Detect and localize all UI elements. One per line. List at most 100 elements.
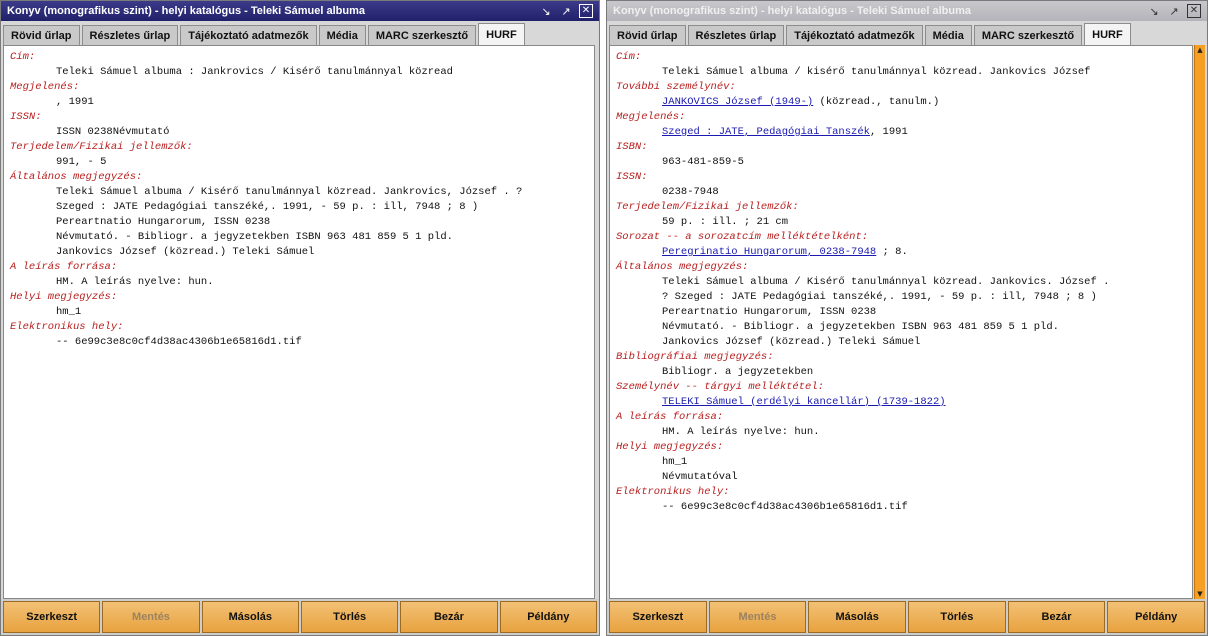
field-value: TELEKI Sámuel (erdélyi kancellár) (1739-…: [616, 395, 1186, 410]
field-value: Névmutató. - Bibliogr. a jegyzetekben IS…: [56, 231, 453, 243]
field-value: Pereartnatio Hungarorum, ISSN 0238: [56, 216, 271, 228]
szerkeszt-button[interactable]: Szerkeszt: [609, 601, 707, 633]
button-bar: Szerkeszt Mentés Másolás Törlés Bezár Példány: [607, 599, 1207, 635]
title-bar[interactable]: Konyv (monografikus szint) - helyi katal…: [607, 1, 1207, 21]
masolas-button[interactable]: Másolás: [201, 601, 299, 633]
field-value: Névmutató. - Bibliogr. a jegyzetekben IS…: [662, 321, 1059, 333]
tab-tajekoztato-adatmezok[interactable]: Tájékoztató adatmezők: [180, 25, 317, 45]
field-value: Peregrinatio Hungarorum, 0238-7948 ; 8.: [616, 245, 1186, 260]
field-value: Névmutatóval: [662, 471, 738, 483]
field-value: -- 6e99c3e8c0cf4d38ac4306b1e65816d1.tif: [662, 501, 908, 513]
field-label: További személynév:: [616, 81, 736, 93]
tab-marc-szerkeszto[interactable]: MARC szerkesztő: [973, 25, 1083, 45]
window-controls: ↘ ↗ ✕: [1147, 4, 1207, 18]
field-value: HM. A leírás nyelve: hun.: [662, 426, 820, 438]
field-value: Jankovics József (közread.) Teleki Sámue…: [662, 336, 921, 348]
field-value: Szeged : JATE Pedagógiai tanszéké,. 1991…: [56, 201, 479, 213]
maximize-icon[interactable]: ↗: [1167, 4, 1181, 18]
record-content: Cím: Teleki Sámuel albuma : Jankrovics / …: [3, 45, 595, 599]
mentes-button: Mentés: [102, 601, 200, 633]
field-value: Teleki Sámuel albuma / kisérő tanulmánny…: [662, 66, 1091, 78]
torles-button[interactable]: Törlés: [908, 601, 1006, 633]
field-value: HM. A leírás nyelve: hun.: [56, 276, 214, 288]
torles-button[interactable]: Törlés: [300, 601, 399, 633]
record-window-left: Konyv (monografikus szint) - helyi katal…: [0, 0, 600, 636]
tab-marc-szerkeszto[interactable]: MARC szerkesztő: [367, 25, 477, 45]
field-label: A leírás forrása:: [10, 261, 118, 273]
tab-media[interactable]: Média: [924, 25, 972, 45]
field-label: Helyi megjegyzés:: [10, 291, 118, 303]
field-label: ISSN:: [10, 111, 42, 123]
field-link[interactable]: Peregrinatio Hungarorum, 0238-7948: [662, 246, 876, 258]
tab-rovid-urlap[interactable]: Rövid űrlap: [3, 25, 80, 45]
title-bar[interactable]: Konyv (monografikus szint) - helyi katal…: [1, 1, 599, 21]
field-value-suffix: ; 8.: [876, 246, 908, 258]
field-value: hm_1: [662, 456, 688, 468]
tab-bar: Rövid űrlap Részletes űrlap Tájékoztató ad…: [609, 23, 1203, 45]
field-label: ISBN:: [616, 141, 648, 153]
field-label: Terjedelem/Fizikai jellemzők:: [10, 141, 193, 153]
field-value: 963-481-859-5: [662, 156, 744, 168]
field-label: Helyi megjegyzés:: [616, 441, 724, 453]
bezar-button[interactable]: Bezár: [400, 601, 498, 633]
scroll-up-arrow-icon[interactable]: ▲: [1195, 45, 1205, 55]
field-link[interactable]: TELEKI Sámuel (erdélyi kancellár) (1739-…: [662, 396, 946, 408]
tab-reszletes-urlap[interactable]: Részletes űrlap: [81, 25, 179, 45]
vertical-scrollbar[interactable]: ▲ ▼: [1194, 45, 1205, 599]
field-value: , 1991: [56, 96, 94, 108]
field-link[interactable]: JANKOVICS József (1949-): [662, 96, 813, 108]
tab-hurf[interactable]: HURF: [1084, 23, 1131, 45]
field-link[interactable]: Szeged : JATE, Pedagógiai Tanszék: [662, 126, 870, 138]
field-label: Cím:: [616, 51, 642, 63]
window-title: Konyv (monografikus szint) - helyi katal…: [613, 5, 971, 17]
field-value: Teleki Sámuel albuma / Kisérő tanulmánny…: [662, 276, 1110, 288]
field-value: JANKOVICS József (1949-) (közread., tanu…: [616, 95, 1186, 110]
field-label: Megjelenés:: [10, 81, 80, 93]
field-value: ISSN 0238Névmutató: [56, 126, 170, 138]
window-title: Konyv (monografikus szint) - helyi katal…: [7, 5, 365, 17]
scroll-down-arrow-icon[interactable]: ▼: [1195, 589, 1205, 599]
record-window-right: Konyv (monografikus szint) - helyi katal…: [606, 0, 1208, 636]
field-label: Általános megjegyzés:: [616, 261, 749, 273]
restore-icon[interactable]: ↘: [539, 4, 553, 18]
close-icon[interactable]: ✕: [579, 4, 593, 18]
field-label: Sorozat -- a sorozatcím melléktételként:: [616, 231, 869, 243]
restore-icon[interactable]: ↘: [1147, 4, 1161, 18]
tab-bar: Rövid űrlap Részletes űrlap Tájékoztató ad…: [3, 23, 595, 45]
tab-reszletes-urlap[interactable]: Részletes űrlap: [687, 25, 785, 45]
window-controls: ↘ ↗ ✕: [539, 4, 599, 18]
peldany-button[interactable]: Példány: [1107, 601, 1206, 633]
field-label: Cím:: [10, 51, 36, 63]
field-label: Terjedelem/Fizikai jellemzők:: [616, 201, 799, 213]
peldany-button[interactable]: Példány: [499, 601, 597, 633]
tab-hurf[interactable]: HURF: [478, 23, 525, 45]
field-value-suffix: (közread., tanulm.): [813, 96, 940, 108]
mentes-button: Mentés: [708, 601, 807, 633]
field-label: Megjelenés:: [616, 111, 686, 123]
field-label: Bibliográfiai megjegyzés:: [616, 351, 774, 363]
field-label: Elektronikus hely:: [616, 486, 730, 498]
field-value: ? Szeged : JATE Pedagógiai tanszéké,. 19…: [662, 291, 1097, 303]
field-value: Teleki Sámuel albuma : Jankrovics / Kisé…: [56, 66, 453, 78]
field-value: 991, - 5: [56, 156, 107, 168]
szerkeszt-button[interactable]: Szerkeszt: [3, 601, 101, 633]
field-value-suffix: , 1991: [869, 126, 908, 138]
maximize-icon[interactable]: ↗: [559, 4, 573, 18]
tab-media[interactable]: Média: [318, 25, 366, 45]
tab-tajekoztato-adatmezok[interactable]: Tájékoztató adatmezők: [786, 25, 923, 45]
field-value: hm_1: [56, 306, 82, 318]
field-value: Jankovics József (közread.) Teleki Sámue…: [56, 246, 315, 258]
field-label: Személynév -- tárgyi melléktétel:: [616, 381, 824, 393]
bezar-button[interactable]: Bezár: [1007, 601, 1106, 633]
field-value: -- 6e99c3e8c0cf4d38ac4306b1e65816d1.tif: [56, 336, 302, 348]
record-content: Cím: Teleki Sámuel albuma / kisérő tanulm…: [609, 45, 1193, 599]
field-label: ISSN:: [616, 171, 648, 183]
masolas-button[interactable]: Másolás: [808, 601, 907, 633]
button-bar: Szerkeszt Mentés Másolás Törlés Bezár Példány: [1, 599, 599, 635]
field-value: 59 p. : ill. ; 21 cm: [662, 216, 789, 228]
close-icon[interactable]: ✕: [1187, 4, 1201, 18]
field-value: 0238-7948: [662, 186, 719, 198]
tab-rovid-urlap[interactable]: Rövid űrlap: [609, 25, 686, 45]
field-label: Általános megjegyzés:: [10, 171, 143, 183]
field-value: Szeged : JATE, Pedagógiai Tanszék, 1991: [616, 125, 1186, 140]
